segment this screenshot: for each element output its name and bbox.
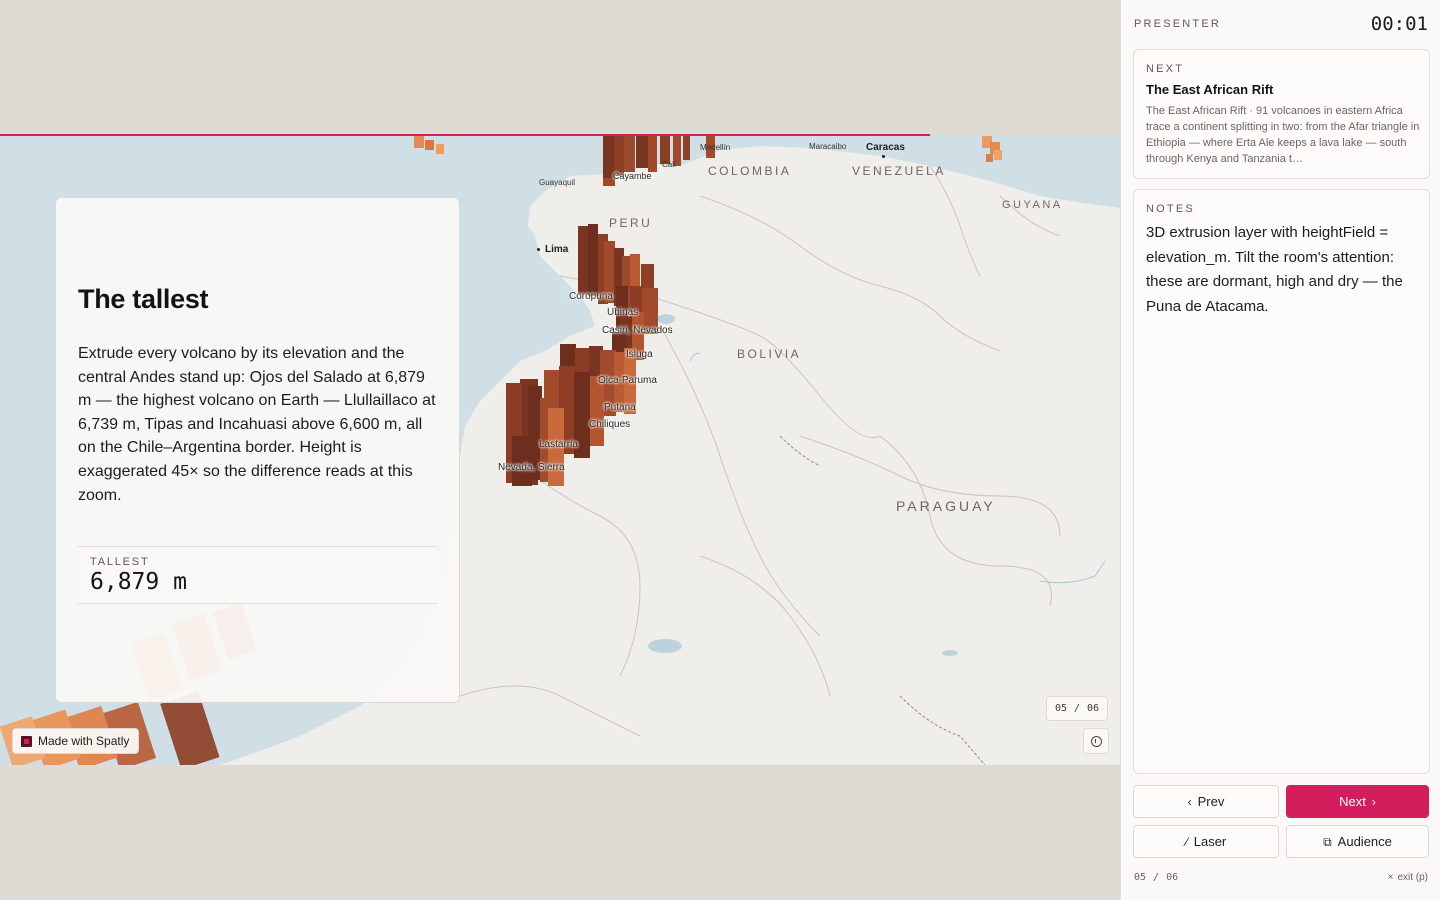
laser-button[interactable]: ⁄ Laser	[1133, 825, 1279, 858]
river-1	[1039, 560, 1106, 584]
stage-background-bottom	[0, 765, 1120, 900]
next-slide-preview[interactable]: NEXT The East African Rift The East Afri…	[1133, 49, 1430, 179]
laser-button-label: Laser	[1193, 834, 1227, 849]
stat-label: TALLEST	[90, 556, 150, 568]
volcano-label-ubinas: Ubinas	[607, 307, 639, 318]
slide-body: Extrude every volcano by its elevation a…	[78, 345, 436, 504]
lake-titicaca	[657, 314, 675, 324]
close-icon: ×	[1387, 872, 1394, 883]
footer-counter-current: 05	[1134, 872, 1147, 883]
stage-background-top	[0, 0, 1120, 135]
badge-label: Made with Spatly	[38, 734, 130, 748]
footer-slide-counter: 05 / 06	[1134, 872, 1178, 883]
volcano-label-nevada: Nevada, Sierra	[498, 462, 565, 473]
chevron-right-icon: ›	[1371, 794, 1376, 809]
country-label-guyana: GUYANA	[1002, 199, 1063, 211]
presenter-panel: PRESENTER 00:01 NEXT The East African Ri…	[1120, 0, 1440, 900]
country-label-colombia: COLOMBIA	[708, 164, 792, 178]
notes-text: 3D extrusion layer with heightField = el…	[1146, 224, 1403, 315]
slide-counter-total: 06	[1087, 703, 1100, 714]
made-with-spatly-badge[interactable]: Made with Spatly	[12, 728, 140, 754]
presenter-label: PRESENTER	[1134, 18, 1222, 30]
river-2	[689, 352, 701, 362]
audience-button-label: Audience	[1337, 834, 1392, 849]
volcano-label-putana: Putana	[604, 402, 636, 413]
next-button[interactable]: Next ›	[1286, 785, 1429, 818]
stat-value: 6,879 m	[90, 569, 187, 595]
country-label-bolivia: BOLIVIA	[737, 347, 802, 361]
city-label-medellin: Medellín	[700, 143, 731, 152]
exit-presenter-button[interactable]: × exit (p)	[1388, 872, 1428, 883]
stat-block: TALLEST 6,879 m	[78, 546, 438, 604]
volcano-label-coropuna: Coropuna	[569, 291, 613, 302]
city-label-maracaibo: Maracaibo	[809, 142, 847, 151]
slide-counter: 05 / 06	[1046, 696, 1108, 721]
city-dot-lima	[537, 248, 540, 251]
country-label-paraguay: PARAGUAY	[896, 498, 996, 514]
lake-poopo	[648, 639, 682, 653]
presentation-progress-bar	[0, 134, 930, 136]
speaker-notes: NOTES 3D extrusion layer with heightFiel…	[1133, 189, 1430, 774]
spatly-logo-icon	[21, 735, 32, 747]
volcano-label-chiliques: Chiliques	[589, 419, 631, 430]
next-button-label: Next	[1339, 794, 1366, 809]
national-borders	[779, 435, 986, 765]
exit-label: exit (p)	[1397, 872, 1428, 883]
country-label-peru: PERU	[609, 216, 653, 230]
volcano-label-cayambe: Cayambe	[613, 171, 652, 181]
slide-title: The tallest	[78, 284, 209, 314]
volcano-label-casiri: Casiri, Nevados	[602, 325, 673, 336]
external-link-icon: ⧉	[1323, 834, 1332, 849]
footer-counter-total: 06	[1166, 872, 1179, 883]
volcano-label-isluga: Isluga	[626, 349, 653, 360]
city-dot-caracas	[882, 155, 885, 158]
country-label-venezuela: VENEZUELA	[852, 164, 946, 178]
volcano-label-olca: Olca-Paruma	[598, 375, 657, 386]
city-label-caracas: Caracas	[866, 142, 905, 153]
info-button[interactable]	[1083, 728, 1109, 754]
prev-button-label: Prev	[1197, 794, 1225, 809]
city-label-guayaquil: Guayaquil	[539, 178, 576, 187]
laser-pointer-icon: ⁄	[1185, 834, 1188, 849]
city-label-lima: Lima	[545, 244, 569, 255]
next-slide-description: The East African Rift · 91 volcanoes in …	[1146, 105, 1420, 165]
city-label-cali: Cali	[662, 160, 676, 169]
audience-button[interactable]: ⧉ Audience	[1286, 825, 1429, 858]
chevron-left-icon: ‹	[1187, 794, 1192, 809]
prev-button[interactable]: ‹ Prev	[1133, 785, 1279, 818]
slide-counter-current: 05	[1054, 703, 1067, 714]
volcano-label-lastarria: Lastarria	[539, 439, 578, 450]
presenter-timer: 00:01	[1370, 13, 1428, 35]
next-label: NEXT	[1146, 63, 1185, 75]
slide-card: The tallest Extrude every volcano by its…	[55, 197, 460, 703]
footer-counter-sep: /	[1153, 872, 1160, 883]
notes-label: NOTES	[1146, 203, 1195, 215]
lake-small	[942, 650, 958, 656]
next-slide-title: The East African Rift	[1146, 82, 1274, 97]
slide-counter-sep: /	[1073, 703, 1081, 714]
info-icon	[1090, 735, 1102, 747]
